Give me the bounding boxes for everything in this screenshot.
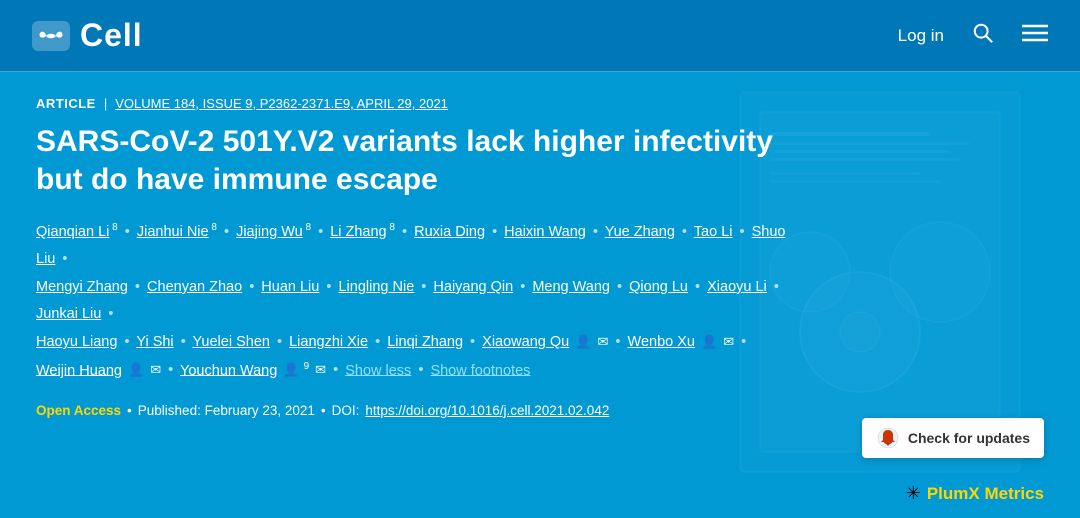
author-name[interactable]: Youchun Wang	[180, 362, 277, 378]
author-name[interactable]: Haoyu Liang	[36, 334, 117, 350]
authors-section: Qianqian Li 8 • Jianhui Nie 8 • Jiajing …	[36, 218, 796, 385]
author-name[interactable]: Yuelei Shen	[193, 334, 270, 350]
author-email-icon[interactable]: ✉	[150, 362, 161, 377]
site-header: Cell Log in	[0, 0, 1080, 72]
check-updates-icon	[876, 426, 900, 450]
author-name[interactable]: Huan Liu	[261, 279, 319, 295]
search-icon[interactable]	[972, 22, 994, 50]
doi-link[interactable]: https://doi.org/10.1016/j.cell.2021.02.0…	[365, 403, 609, 418]
check-updates-label: Check for updates	[908, 430, 1030, 446]
article-meta: ARTICLE | VOLUME 184, ISSUE 9, P2362-237…	[36, 96, 1044, 111]
plumx-metrics[interactable]: ✳ PlumX Metrics	[906, 483, 1044, 504]
login-link[interactable]: Log in	[898, 26, 944, 46]
author-name[interactable]: Haixin Wang	[504, 224, 586, 240]
logo-icon	[32, 21, 70, 51]
open-access-badge: Open Access	[36, 403, 121, 418]
article-badge: ARTICLE	[36, 96, 96, 111]
author-name[interactable]: Meng Wang	[532, 279, 610, 295]
author-profile-icon[interactable]: 👤	[283, 362, 299, 377]
author-name[interactable]: Qianqian Li	[36, 224, 109, 240]
author-name[interactable]: Qiong Lu	[629, 279, 688, 295]
plumx-label: PlumX Metrics	[927, 484, 1044, 504]
author-name[interactable]: Jianhui Nie	[137, 224, 209, 240]
author-name[interactable]: Tao Li	[694, 224, 733, 240]
access-row: Open Access • Published: February 23, 20…	[36, 403, 1044, 418]
logo[interactable]: Cell	[32, 17, 143, 54]
published-date: Published: February 23, 2021	[138, 403, 315, 418]
header-nav: Log in	[898, 22, 1048, 50]
menu-icon[interactable]	[1022, 22, 1048, 50]
plumx-icon: ✳	[906, 483, 921, 504]
article-info-link[interactable]: VOLUME 184, ISSUE 9, P2362-2371.E9, APRI…	[115, 96, 448, 111]
author-name[interactable]: Yue Zhang	[605, 224, 675, 240]
show-footnotes-link[interactable]: Show footnotes	[430, 362, 530, 378]
author-name[interactable]: Lingling Nie	[338, 279, 414, 295]
author-name[interactable]: Yi Shi	[136, 334, 173, 350]
author-name[interactable]: Liangzhi Xie	[289, 334, 368, 350]
author-name[interactable]: Mengyi Zhang	[36, 279, 128, 295]
author-profile-icon[interactable]: 👤	[701, 334, 717, 349]
author-name[interactable]: Li Zhang	[330, 224, 386, 240]
check-updates-button[interactable]: Check for updates	[862, 418, 1044, 458]
show-less-link[interactable]: Show less	[345, 362, 411, 378]
article-page: ARTICLE | VOLUME 184, ISSUE 9, P2362-237…	[0, 72, 1080, 518]
author-email-icon[interactable]: ✉	[723, 334, 734, 349]
author-name[interactable]: Ruxia Ding	[414, 224, 485, 240]
author-name[interactable]: Linqi Zhang	[387, 334, 463, 350]
author-name[interactable]: Haiyang Qin	[433, 279, 513, 295]
author-name[interactable]: Chenyan Zhao	[147, 279, 242, 295]
author-name[interactable]: Jiajing Wu	[236, 224, 303, 240]
author-name[interactable]: Xiaowang Qu	[482, 334, 569, 350]
author-email-icon[interactable]: ✉	[597, 334, 608, 349]
author-name[interactable]: Junkai Liu	[36, 306, 101, 322]
author-name[interactable]: Wenbo Xu	[628, 334, 695, 350]
logo-text: Cell	[80, 17, 143, 54]
author-profile-icon[interactable]: 👤	[575, 334, 591, 349]
author-email-icon[interactable]: ✉	[315, 362, 326, 377]
author-name[interactable]: Xiaoyu Li	[707, 279, 767, 295]
doi-label: DOI:	[332, 403, 360, 418]
author-name[interactable]: Weijin Huang	[36, 362, 122, 378]
article-title: SARS-CoV-2 501Y.V2 variants lack higher …	[36, 123, 796, 198]
author-profile-icon[interactable]: 👤	[128, 362, 144, 377]
